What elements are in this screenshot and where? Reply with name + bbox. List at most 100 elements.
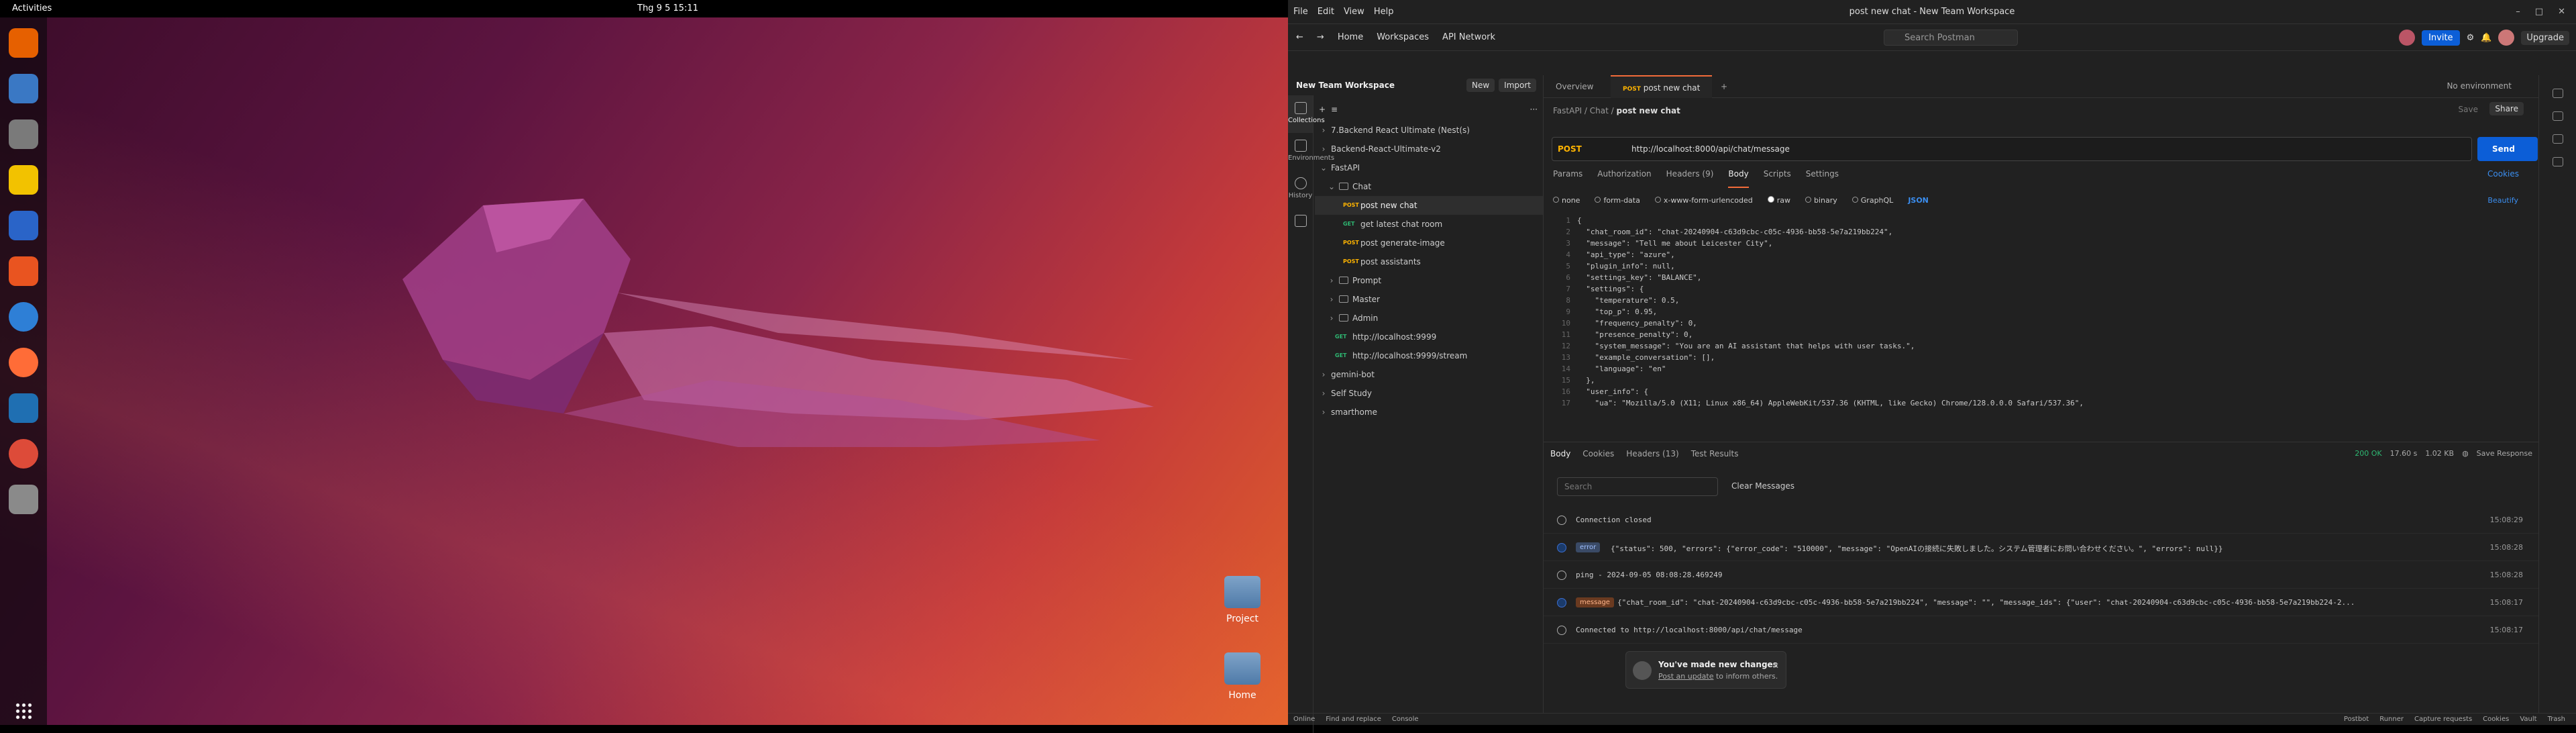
back-arrow-icon[interactable]: ← bbox=[1296, 32, 1303, 42]
comments-icon[interactable] bbox=[2552, 111, 2563, 121]
tree-collection[interactable]: › Backend-React-Ultimate-v2 bbox=[1315, 140, 1543, 158]
settings-gear-icon[interactable]: ⚙ bbox=[2467, 33, 2475, 43]
clear-messages-button[interactable]: Clear Messages bbox=[1731, 481, 1794, 491]
resp-tab-body[interactable]: Body bbox=[1550, 449, 1570, 458]
code-line[interactable]: "api_type": "azure", bbox=[1577, 250, 1674, 259]
rhythmbox-icon[interactable] bbox=[9, 165, 38, 195]
trash-button[interactable]: Trash bbox=[2548, 716, 2565, 723]
runner-button[interactable]: Runner bbox=[2379, 716, 2404, 723]
search-postman-input[interactable]: Search Postman bbox=[1884, 30, 2018, 46]
postman-icon[interactable] bbox=[9, 348, 38, 377]
code-line[interactable]: "system_message": "You are an AI assista… bbox=[1577, 342, 1915, 350]
response-time[interactable]: 17.60 s bbox=[2390, 449, 2418, 458]
new-button[interactable]: New bbox=[1466, 79, 1495, 92]
code-line[interactable]: "plugin_info": null, bbox=[1577, 262, 1674, 271]
activities-button[interactable]: Activities bbox=[12, 3, 52, 13]
rail-collections[interactable]: Collections bbox=[1288, 95, 1325, 133]
tree-collection[interactable]: › 7.Backend React Ultimate (Nest(s) bbox=[1315, 121, 1543, 140]
desktop-folder-home[interactable]: Home bbox=[1216, 652, 1269, 701]
tab-scripts[interactable]: Scripts bbox=[1764, 169, 1791, 188]
vscode-icon[interactable] bbox=[9, 393, 38, 423]
resp-tab-headers[interactable]: Headers (13) bbox=[1626, 449, 1678, 458]
chrome-icon[interactable] bbox=[9, 439, 38, 469]
vault-button[interactable]: Vault bbox=[2520, 716, 2536, 723]
upgrade-button[interactable]: Upgrade bbox=[2521, 30, 2569, 45]
tree-request[interactable]: GET get latest chat room bbox=[1315, 215, 1543, 234]
new-tab-plus-icon[interactable]: + bbox=[1709, 75, 1739, 98]
tree-collection[interactable]: › Self Study bbox=[1315, 384, 1543, 403]
user-avatar[interactable] bbox=[2498, 30, 2515, 46]
code-line[interactable]: "example_conversation": [], bbox=[1577, 353, 1715, 362]
code-line[interactable]: "ua": "Mozilla/5.0 (X11; Linux x86_64) A… bbox=[1577, 399, 2084, 407]
send-button[interactable]: Send bbox=[2477, 137, 2538, 161]
radio-graphql[interactable]: GraphQL bbox=[1852, 196, 1894, 205]
beautify-link[interactable]: Beautify bbox=[2487, 196, 2518, 205]
tree-request-selected[interactable]: POST post new chat bbox=[1315, 196, 1543, 215]
code-line[interactable]: }, bbox=[1577, 376, 1595, 385]
collaborators-avatar[interactable] bbox=[2399, 30, 2416, 46]
post-an-update-link[interactable]: Post an update bbox=[1658, 672, 1713, 681]
resp-tab-cookies[interactable]: Cookies bbox=[1582, 449, 1614, 458]
thunderbird-icon[interactable] bbox=[9, 74, 38, 103]
cookies-button[interactable]: Cookies bbox=[2483, 716, 2509, 723]
trash-icon[interactable] bbox=[9, 485, 38, 514]
minimize-icon[interactable]: – bbox=[2516, 0, 2520, 24]
add-icon[interactable]: + bbox=[1319, 105, 1326, 114]
tree-request[interactable]: GET http://localhost:9999/stream bbox=[1315, 346, 1543, 365]
window-titlebar[interactable]: File Edit View Help post new chat - New … bbox=[1288, 0, 2576, 24]
message-row[interactable]: Connected to http://localhost:8000/api/c… bbox=[1544, 617, 2539, 644]
desktop-folder-project[interactable]: Project bbox=[1216, 576, 1269, 624]
files-icon[interactable] bbox=[9, 119, 38, 149]
toast-close-icon[interactable]: ✕ bbox=[1772, 661, 1779, 671]
documentation-icon[interactable] bbox=[2552, 89, 2563, 98]
status-code[interactable]: 200 OK bbox=[2355, 449, 2381, 458]
tree-request[interactable]: GET http://localhost:9999 bbox=[1315, 328, 1543, 346]
tree-request[interactable]: POST post assistants bbox=[1315, 252, 1543, 271]
radio-binary[interactable]: binary bbox=[1805, 196, 1837, 205]
message-row[interactable]: error {"status": 500, "errors": {"error_c… bbox=[1544, 534, 2539, 561]
postbot-button[interactable]: Postbot bbox=[2344, 716, 2369, 723]
raw-format-dropdown[interactable]: JSON bbox=[1908, 196, 1929, 205]
menu-file[interactable]: File bbox=[1293, 0, 1308, 24]
tree-collection[interactable]: ⌄ FastAPI bbox=[1315, 158, 1543, 177]
messages-search-input[interactable]: Search bbox=[1557, 477, 1718, 496]
code-line[interactable]: "top_p": 0.95, bbox=[1577, 307, 1657, 316]
url-input[interactable]: http://localhost:8000/api/chat/message bbox=[1631, 144, 1790, 154]
code-line[interactable]: "temperature": 0.5, bbox=[1577, 296, 1679, 305]
firefox-icon[interactable] bbox=[9, 28, 38, 58]
radio-raw[interactable]: raw bbox=[1768, 196, 1790, 205]
tree-request[interactable]: POST post generate-image bbox=[1315, 234, 1543, 252]
tab-headers[interactable]: Headers (9) bbox=[1666, 169, 1714, 188]
show-apps-icon[interactable] bbox=[15, 702, 32, 720]
forward-arrow-icon[interactable]: → bbox=[1317, 32, 1324, 42]
info-icon[interactable] bbox=[2552, 157, 2563, 166]
rail-configure[interactable] bbox=[1288, 208, 1313, 246]
workspace-name[interactable]: New Team Workspace bbox=[1296, 81, 1395, 90]
tree-folder[interactable]: › Master bbox=[1315, 290, 1543, 309]
api-network-dropdown[interactable]: API Network bbox=[1442, 32, 1495, 42]
code-line[interactable]: "frequency_penalty": 0, bbox=[1577, 319, 1697, 328]
code-line[interactable]: "chat_room_id": "chat-20240904-c63d9cbc-… bbox=[1577, 228, 1892, 236]
rail-history[interactable]: History bbox=[1288, 170, 1313, 208]
code-line[interactable]: "settings": { bbox=[1577, 285, 1644, 293]
globe-icon[interactable]: ◍ bbox=[2462, 449, 2469, 458]
filter-icon[interactable]: ≡ bbox=[1331, 105, 1338, 114]
request-body-editor[interactable]: 1 {2 "chat_room_id": "chat-20240904-c63d9… bbox=[1544, 213, 2539, 408]
help-icon[interactable] bbox=[9, 302, 38, 332]
maximize-icon[interactable]: □ bbox=[2535, 0, 2543, 24]
cookies-link[interactable]: Cookies bbox=[2487, 169, 2519, 179]
find-and-replace-button[interactable]: Find and replace bbox=[1326, 716, 1381, 723]
code-line[interactable]: "settings_key": "BALANCE", bbox=[1577, 273, 1701, 282]
tree-collection[interactable]: › smarthome bbox=[1315, 403, 1543, 422]
app-center-icon[interactable] bbox=[9, 256, 38, 286]
invite-button[interactable]: Invite bbox=[2422, 30, 2460, 46]
save-response-button[interactable]: Save Response bbox=[2477, 449, 2532, 458]
tab-body[interactable]: Body bbox=[1728, 169, 1749, 188]
tree-folder[interactable]: ⌄ Chat bbox=[1315, 177, 1543, 196]
save-button[interactable]: Save bbox=[2459, 105, 2478, 114]
tree-collection[interactable]: › gemini-bot bbox=[1315, 365, 1543, 384]
home-link[interactable]: Home bbox=[1338, 32, 1363, 42]
rail-environments[interactable]: Environments bbox=[1288, 133, 1334, 170]
radio-form-data[interactable]: form-data bbox=[1595, 196, 1640, 205]
message-row[interactable]: Connection closed 15:08:29 bbox=[1544, 507, 2539, 534]
